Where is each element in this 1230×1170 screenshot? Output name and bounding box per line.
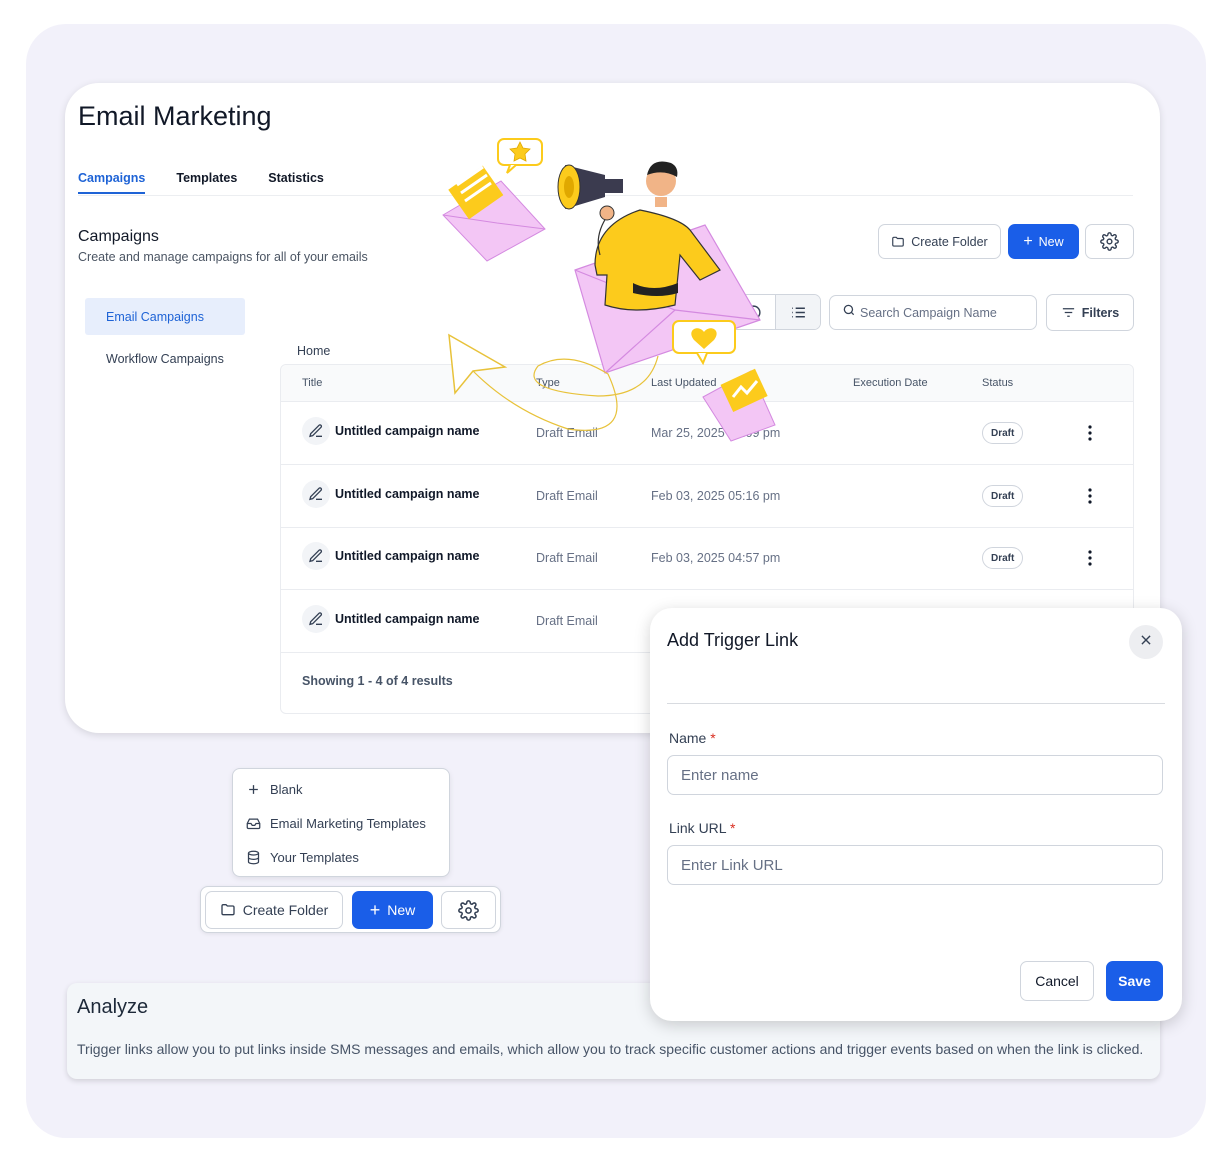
page-title: Email Marketing bbox=[78, 101, 272, 131]
campaign-title[interactable]: Untitled campaign name bbox=[335, 487, 479, 501]
gear-icon bbox=[458, 899, 479, 921]
edit-icon[interactable] bbox=[302, 417, 330, 445]
new-button[interactable]: + New bbox=[352, 891, 433, 929]
plus-icon: + bbox=[369, 900, 381, 920]
close-icon bbox=[1139, 633, 1153, 652]
campaign-type: Draft Email bbox=[536, 614, 598, 628]
section-title: Campaigns bbox=[78, 228, 159, 245]
database-icon bbox=[245, 849, 261, 865]
table-row[interactable]: Untitled campaign name Draft Email Feb 0… bbox=[281, 527, 1133, 590]
toolbar-preview: Create Folder + New bbox=[200, 886, 501, 933]
new-button[interactable]: + New bbox=[1008, 224, 1079, 259]
new-label: New bbox=[387, 902, 416, 918]
link-url-input[interactable] bbox=[667, 845, 1163, 885]
menu-item-label: Blank bbox=[270, 781, 303, 797]
required-mark: * bbox=[710, 730, 716, 746]
column-execution-date[interactable]: Execution Date bbox=[853, 377, 928, 389]
star-bubble-icon bbox=[497, 138, 543, 174]
campaign-updated: Feb 03, 2025 04:57 pm bbox=[651, 551, 781, 565]
menu-item-label: Your Templates bbox=[270, 849, 359, 865]
campaign-type: Draft Email bbox=[536, 489, 598, 503]
envelope-chart-icon bbox=[702, 368, 776, 442]
menu-item-email-marketing-templates[interactable]: Email Marketing Templates bbox=[245, 813, 426, 833]
tab-campaigns[interactable]: Campaigns bbox=[78, 171, 146, 194]
create-folder-label: Create Folder bbox=[242, 902, 329, 918]
sidebar-item-email-campaigns[interactable]: Email Campaigns bbox=[85, 298, 245, 335]
edit-icon[interactable] bbox=[302, 605, 330, 633]
analyze-title: Analyze bbox=[77, 996, 149, 1018]
status-badge: Draft bbox=[982, 485, 1024, 507]
filter-icon bbox=[1061, 305, 1076, 320]
name-input[interactable] bbox=[667, 755, 1163, 795]
tab-templates[interactable]: Templates bbox=[176, 171, 237, 194]
menu-item-label: Email Marketing Templates bbox=[270, 815, 426, 831]
inbox-icon bbox=[245, 815, 261, 831]
campaign-updated: Feb 03, 2025 05:16 pm bbox=[651, 489, 781, 503]
required-mark: * bbox=[729, 820, 736, 836]
campaign-type: Draft Email bbox=[536, 551, 598, 565]
create-folder-label: Create Folder bbox=[911, 234, 988, 249]
cancel-button[interactable]: Cancel bbox=[1020, 961, 1094, 1001]
menu-item-blank[interactable]: Blank bbox=[245, 779, 303, 799]
new-label: New bbox=[1038, 234, 1064, 249]
tab-bar: Campaigns Templates Statistics bbox=[78, 171, 355, 194]
plus-icon: + bbox=[1023, 232, 1033, 250]
marketing-illustration bbox=[442, 138, 776, 442]
column-title[interactable]: Title bbox=[302, 377, 322, 389]
name-label: Name * bbox=[669, 730, 716, 746]
pagination-summary: Showing 1 - 4 of 4 results bbox=[302, 674, 453, 688]
status-badge: Draft bbox=[982, 547, 1024, 569]
modal-title: Add Trigger Link bbox=[667, 630, 799, 650]
search-box[interactable]: Search Campaign Name bbox=[829, 295, 1037, 330]
add-trigger-link-modal: Add Trigger Link Name * Link URL * Cance… bbox=[650, 608, 1182, 1021]
settings-button[interactable] bbox=[1085, 224, 1134, 259]
search-input[interactable]: Search Campaign Name bbox=[860, 306, 997, 320]
campaign-title[interactable]: Untitled campaign name bbox=[335, 612, 479, 626]
new-dropdown-menu: Blank Email Marketing Templates Your Tem… bbox=[232, 768, 450, 877]
create-folder-button[interactable]: Create Folder bbox=[205, 891, 343, 929]
heart-bubble-icon bbox=[672, 320, 736, 366]
gear-icon bbox=[1100, 232, 1119, 251]
breadcrumb[interactable]: Home bbox=[297, 344, 330, 358]
edit-icon[interactable] bbox=[302, 480, 330, 508]
modal-divider bbox=[667, 703, 1165, 704]
filters-label: Filters bbox=[1081, 305, 1120, 320]
edit-icon[interactable] bbox=[302, 542, 330, 570]
folder-icon bbox=[220, 902, 236, 918]
close-button[interactable] bbox=[1129, 625, 1163, 659]
section-subtitle: Create and manage campaigns for all of y… bbox=[78, 250, 368, 264]
table-row[interactable]: Untitled campaign name Draft Email Feb 0… bbox=[281, 465, 1133, 528]
status-badge: Draft bbox=[982, 422, 1024, 444]
kebab-menu-icon[interactable] bbox=[1083, 547, 1097, 569]
kebab-menu-icon[interactable] bbox=[1083, 485, 1097, 507]
menu-item-your-templates[interactable]: Your Templates bbox=[245, 847, 359, 867]
plus-icon bbox=[245, 781, 261, 797]
analyze-description: Trigger links allow you to put links ins… bbox=[77, 1041, 1144, 1057]
kebab-menu-icon[interactable] bbox=[1083, 422, 1097, 444]
search-icon bbox=[842, 303, 856, 322]
column-status[interactable]: Status bbox=[982, 377, 1013, 389]
filters-button[interactable]: Filters bbox=[1046, 294, 1134, 331]
link-url-label-text: Link URL bbox=[669, 820, 727, 836]
link-url-label: Link URL * bbox=[669, 820, 735, 836]
campaign-title[interactable]: Untitled campaign name bbox=[335, 549, 479, 563]
save-button[interactable]: Save bbox=[1106, 961, 1163, 1001]
folder-icon bbox=[891, 235, 905, 249]
sidebar-item-workflow-campaigns[interactable]: Workflow Campaigns bbox=[85, 340, 245, 377]
envelope-small-icon bbox=[442, 165, 546, 262]
settings-button[interactable] bbox=[441, 891, 496, 929]
tab-statistics[interactable]: Statistics bbox=[268, 171, 324, 194]
name-label-text: Name bbox=[669, 730, 707, 746]
create-folder-button[interactable]: Create Folder bbox=[878, 224, 1001, 259]
